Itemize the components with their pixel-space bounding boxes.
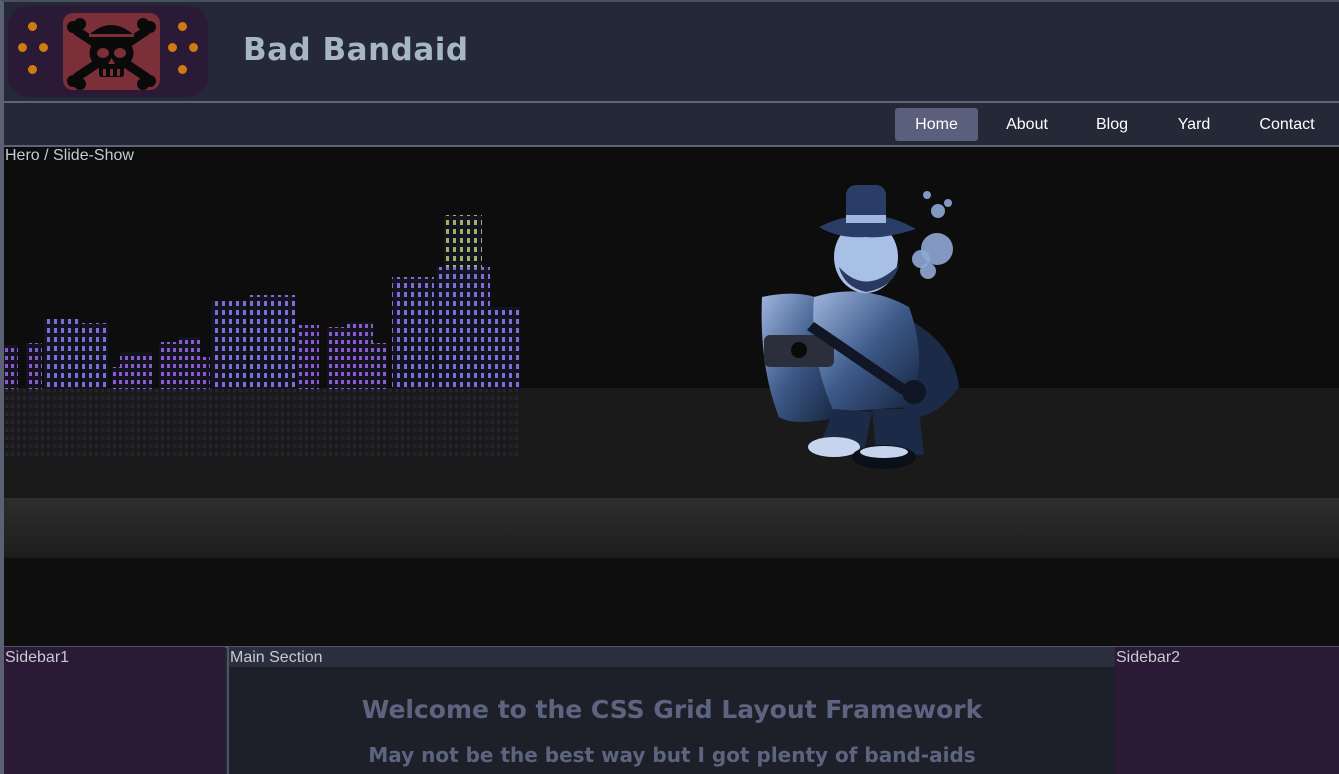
logo-dot [168,43,177,52]
main-section-label: Main Section [230,649,323,666]
main-subheading: May not be the best way but I got plenty… [368,743,976,767]
site-title[interactable]: Bad Bandaid [243,32,469,68]
sidebar-2: Sidebar2 [1115,647,1339,774]
logo-dot [39,43,48,52]
logo-dot [28,22,37,31]
hero-slideshow[interactable]: Hero / Slide-Show [4,147,1339,646]
main-label-bar [229,647,1115,667]
nav-item-about[interactable]: About [986,108,1068,141]
hero-label: Hero / Slide-Show [5,147,134,164]
logo-dot [189,43,198,52]
logo-dot [28,65,37,74]
nav-item-yard[interactable]: Yard [1154,108,1234,141]
hero-image [4,185,1339,646]
sidebar-2-label: Sidebar2 [1116,649,1181,666]
skull-crossbones-icon [63,13,160,90]
sidebar-1-label: Sidebar1 [5,649,70,666]
logo[interactable] [8,6,208,97]
nav-item-blog[interactable]: Blog [1072,108,1152,141]
main-heading: Welcome to the CSS Grid Layout Framework [361,695,983,724]
logo-dot [178,22,187,31]
site-header: Bad Bandaid [4,2,1339,103]
nav-item-contact[interactable]: Contact [1240,108,1334,141]
sidebar-1: Sidebar1 [4,647,225,774]
main-section: Main Section Welcome to the CSS Grid Lay… [227,647,1117,774]
logo-dot [18,43,27,52]
nav-item-home[interactable]: Home [895,108,978,141]
main-nav: Home About Blog Yard Contact [4,103,1339,147]
logo-dot [178,65,187,74]
